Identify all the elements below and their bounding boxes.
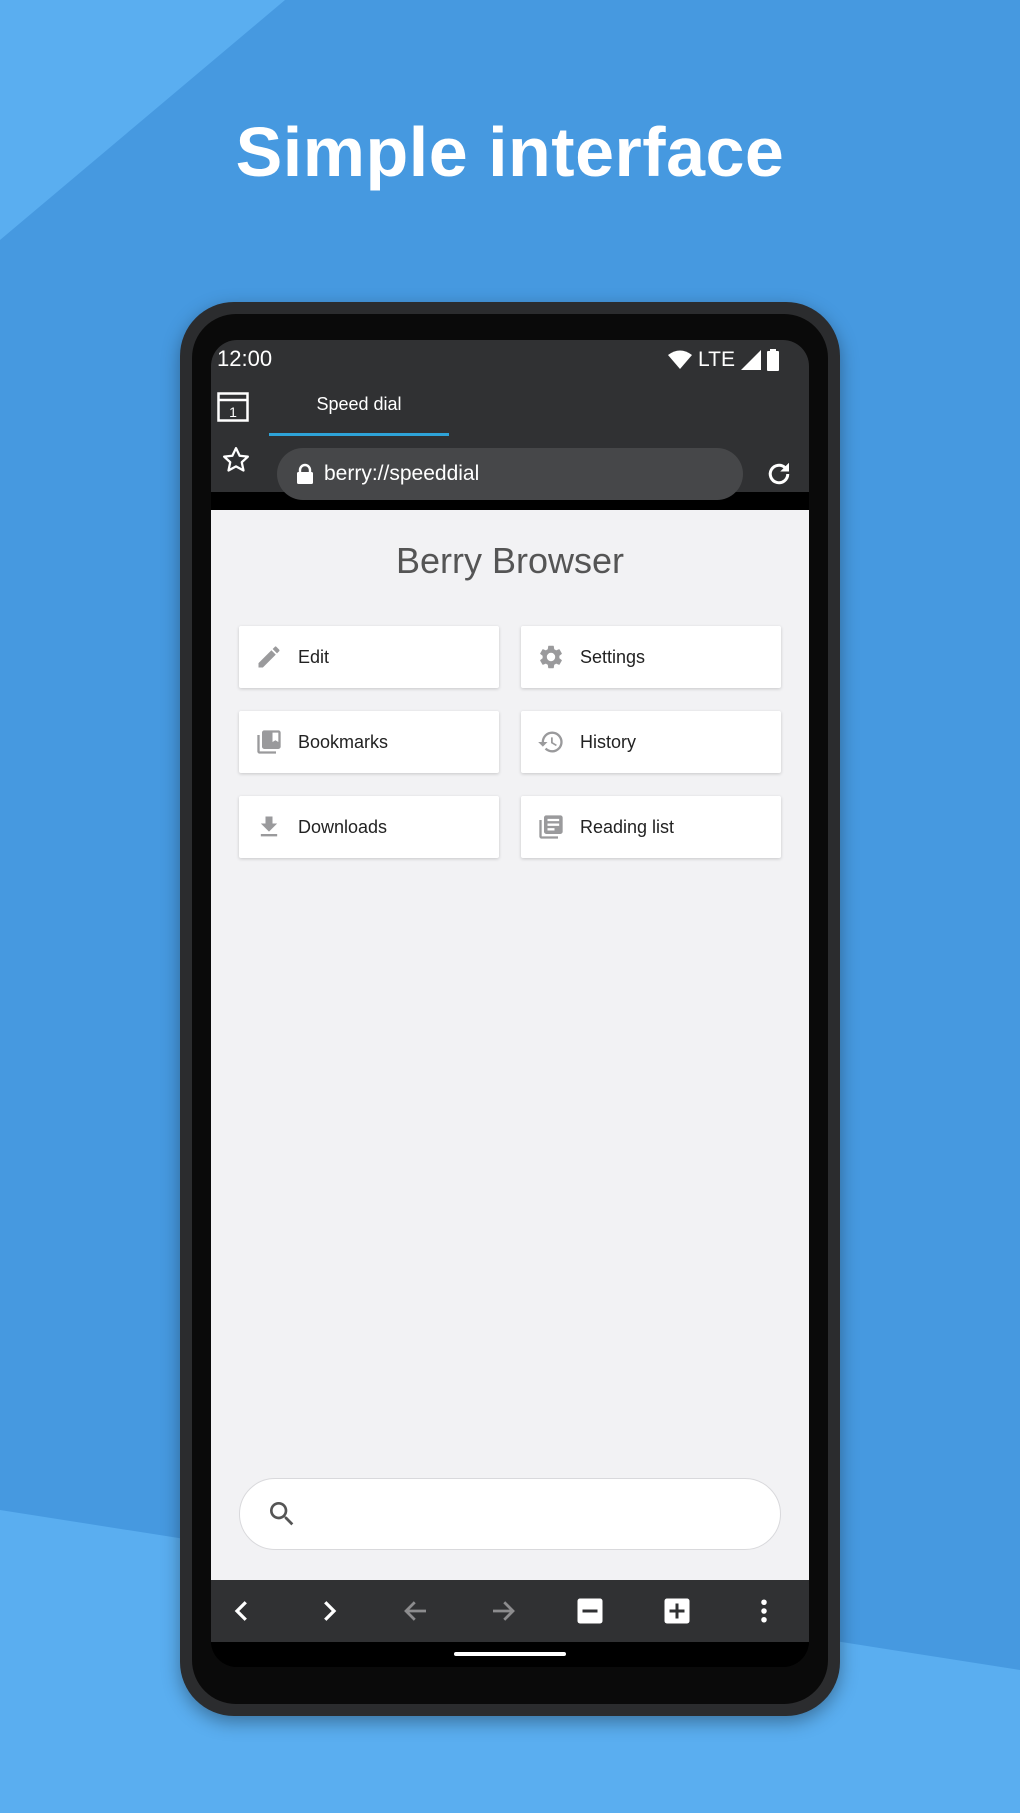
tile-label: Reading list: [580, 817, 675, 837]
wifi-icon: [668, 350, 693, 370]
download-icon: [255, 813, 283, 841]
page-title: Berry Browser: [395, 540, 625, 581]
headline: Simple interface: [235, 113, 785, 191]
tile-settings[interactable]: Settings: [521, 626, 781, 688]
tab-counter-button[interactable]: 1: [217, 392, 249, 422]
lock-icon: [295, 463, 315, 485]
history-icon: [537, 728, 565, 756]
tile-label: Downloads: [298, 817, 388, 837]
tab-count: 1: [229, 404, 237, 420]
search-icon: [266, 1498, 298, 1530]
battery-icon: [767, 349, 779, 371]
chevron-left-icon[interactable]: [227, 1596, 257, 1626]
phone-screen: 12:00 LTE 1 Speed dial berry://speeddial…: [211, 340, 809, 1667]
status-bar: 12:00 LTE: [211, 340, 809, 380]
tile-reading-list[interactable]: Reading list: [521, 796, 781, 858]
reading-list-icon: [537, 813, 565, 841]
more-vert-icon[interactable]: [749, 1596, 779, 1626]
status-icons: LTE: [668, 348, 779, 372]
tile-label: Edit: [298, 647, 330, 667]
tab-speed-dial[interactable]: Speed dial: [269, 380, 449, 432]
status-time: 12:00: [217, 346, 273, 371]
tile-label: Bookmarks: [298, 732, 389, 752]
star-icon[interactable]: [221, 445, 251, 475]
bookmarks-icon: [255, 728, 283, 756]
cell-signal-icon: [741, 350, 761, 370]
pencil-icon: [255, 643, 283, 671]
tile-history[interactable]: History: [521, 711, 781, 773]
tile-label: History: [580, 732, 637, 752]
tile-downloads[interactable]: Downloads: [239, 796, 499, 858]
tile-edit[interactable]: Edit: [239, 626, 499, 688]
arrow-back-icon[interactable]: [401, 1596, 431, 1626]
bottom-toolbar: [211, 1580, 809, 1642]
zoom-out-icon[interactable]: [575, 1596, 605, 1626]
gesture-bar: [211, 1642, 809, 1667]
search-input[interactable]: [239, 1478, 781, 1550]
network-type: LTE: [698, 348, 735, 371]
chevron-right-icon[interactable]: [314, 1596, 344, 1626]
arrow-forward-icon[interactable]: [488, 1596, 518, 1626]
gear-icon: [537, 643, 565, 671]
home-handle[interactable]: [454, 1652, 566, 1656]
zoom-in-icon[interactable]: [662, 1596, 692, 1626]
url-text[interactable]: berry://speeddial: [324, 462, 479, 486]
reload-icon[interactable]: [764, 459, 794, 489]
tile-bookmarks[interactable]: Bookmarks: [239, 711, 499, 773]
tile-label: Settings: [580, 647, 646, 667]
